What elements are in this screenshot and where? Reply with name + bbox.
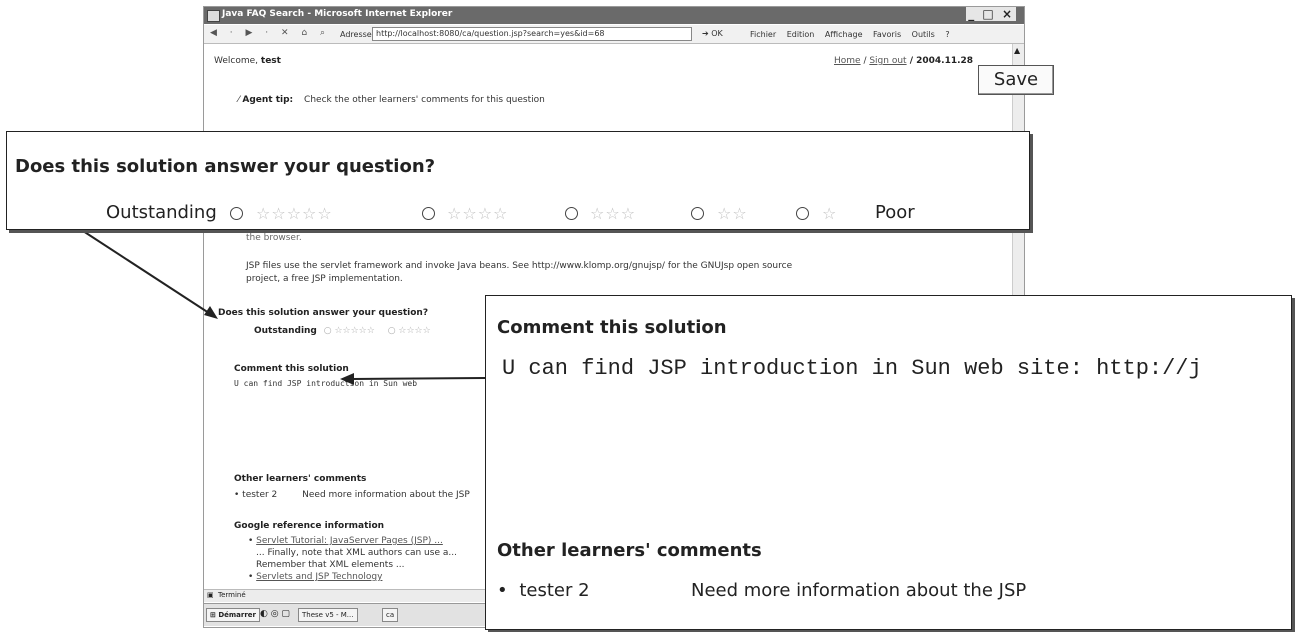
rating-option-4[interactable]: ○ ☆☆☆☆ <box>388 326 431 336</box>
comment-text-zoom: Need more information about the JSP <box>691 580 1027 601</box>
taskbar-task-1[interactable]: These v5 - M... <box>298 608 358 622</box>
scroll-up-icon[interactable]: ▲ <box>1014 46 1020 55</box>
rating-row-small: Outstanding ○ ☆☆☆☆☆ ○ ☆☆☆☆ <box>254 326 431 336</box>
other-comments-heading-zoom: Other learners' comments <box>497 540 762 561</box>
welcome-line: Welcome, test <box>214 56 281 66</box>
rating-options-row: Outstanding ☆☆☆☆☆ ☆☆☆☆ ☆☆☆ ☆☆ ☆ Poor <box>7 201 1029 229</box>
stars-4-icon: ☆☆☆☆ <box>447 204 509 223</box>
google-snippet-1: ... Finally, note that XML authors can u… <box>256 548 457 558</box>
status-text: Terminé <box>218 591 246 599</box>
stars-1-icon: ☆ <box>822 204 838 223</box>
rating-radio-1[interactable] <box>796 207 809 220</box>
browser-toolbar: ◀ · ▶ · ✕ ⌂ ⌕ Adresse http://localhost:8… <box>204 25 1024 44</box>
rating-radio-3[interactable] <box>565 207 578 220</box>
comment-textarea-zoom[interactable]: U can find JSP introduction in Sun web s… <box>502 356 1202 381</box>
window-controls[interactable]: _ □ × <box>966 7 1016 21</box>
navigation-buttons[interactable]: ◀ · ▶ · ✕ ⌂ ⌕ <box>210 28 330 38</box>
address-input[interactable]: http://localhost:8080/ca/question.jsp?se… <box>372 27 692 41</box>
ie-icon <box>207 10 220 22</box>
answer-paragraph: JSP files use the servlet framework and … <box>246 261 793 284</box>
google-result-1: • Servlet Tutorial: JavaServer Pages (JS… <box>248 536 443 546</box>
comment-heading-zoom: Comment this solution <box>497 317 727 338</box>
rating-callout: Does this solution answer your question?… <box>6 131 1030 230</box>
comment-user: tester 2 <box>242 490 278 500</box>
google-result-2: • Servlets and JSP Technology <box>248 572 383 582</box>
go-label: OK <box>711 29 723 38</box>
welcome-text: Welcome, <box>214 56 261 66</box>
rating-radio-2[interactable] <box>691 207 704 220</box>
google-snippet-2: Remember that XML elements ... <box>256 560 405 570</box>
other-comments-heading: Other learners' comments <box>234 474 367 484</box>
rating-radio-5[interactable] <box>230 207 243 220</box>
bullet-icon: • <box>497 580 508 601</box>
top-links: Home / Sign out / 2004.11.28 <box>834 56 973 66</box>
sign-out-link[interactable]: Sign out <box>869 56 906 66</box>
rating-option-5[interactable]: ○ ☆☆☆☆☆ <box>324 326 375 336</box>
other-comment-item: • tester 2 Need more information about t… <box>234 490 470 500</box>
outstanding-label-zoom: Outstanding <box>106 202 217 223</box>
poor-label: Poor <box>875 202 915 223</box>
start-label: Démarrer <box>218 611 256 619</box>
comment-user-zoom: tester 2 <box>519 580 590 601</box>
rating-radio-4[interactable] <box>422 207 435 220</box>
answer-tail: the browser. <box>246 233 302 243</box>
google-link-2[interactable]: Servlets and JSP Technology <box>256 572 382 582</box>
comment-text: Need more information about the JSP <box>302 490 470 500</box>
title-bar: Java FAQ Search - Microsoft Internet Exp… <box>204 7 1024 24</box>
agent-tip-label: Agent tip: <box>242 95 294 105</box>
stars-2-icon: ☆☆ <box>717 204 748 223</box>
taskbar-task-2[interactable]: ca <box>382 608 399 622</box>
page-icon: ▣ <box>207 591 214 599</box>
start-button[interactable]: ⊞ Démarrer <box>206 608 260 622</box>
outstanding-label: Outstanding <box>254 326 317 336</box>
rating-question: Does this solution answer your question? <box>218 308 429 318</box>
address-label: Adresse <box>340 30 372 39</box>
username: test <box>260 56 281 66</box>
agent-tip-text: Check the other learners' comments for t… <box>304 95 545 105</box>
menu-bar[interactable]: Fichier Edition Affichage Favoris Outils… <box>750 30 950 39</box>
other-comment-item-zoom: • tester 2 Need more information about t… <box>497 580 1026 601</box>
go-button[interactable]: ➔ OK <box>702 29 723 38</box>
stars-5-icon: ☆☆☆☆☆ <box>256 204 333 223</box>
window-title: Java FAQ Search - Microsoft Internet Exp… <box>222 9 453 19</box>
comment-heading: Comment this solution <box>234 364 349 374</box>
date-text: / 2004.11.28 <box>906 56 974 66</box>
google-heading: Google reference information <box>234 521 385 531</box>
agent-tip: ⁄ Agent tip: Check the other learners' c… <box>238 95 545 105</box>
google-link-1[interactable]: Servlet Tutorial: JavaServer Pages (JSP)… <box>256 536 443 546</box>
save-button[interactable]: Save <box>978 65 1054 95</box>
comment-textarea[interactable]: U can find JSP introduction in Sun web <box>234 379 417 388</box>
quicklaunch-icons[interactable]: ◐ ◎ ▢ <box>260 609 290 619</box>
comment-callout: Comment this solution U can find JSP int… <box>485 295 1292 630</box>
stars-3-icon: ☆☆☆ <box>590 204 637 223</box>
rating-question-zoom: Does this solution answer your question? <box>15 156 436 177</box>
home-link[interactable]: Home <box>834 56 861 66</box>
